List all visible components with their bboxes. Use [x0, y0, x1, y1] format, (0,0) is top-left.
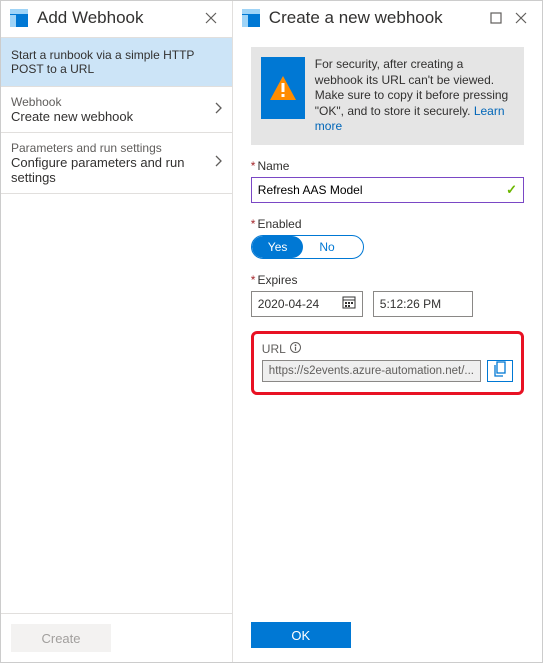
copy-button[interactable] [487, 360, 513, 382]
enabled-label: Enabled [257, 217, 301, 231]
toggle-yes[interactable]: Yes [252, 236, 304, 258]
close-icon[interactable] [200, 7, 222, 29]
security-callout: For security, after creating a webhook i… [251, 47, 524, 145]
enabled-toggle[interactable]: Yes No [251, 235, 364, 259]
expires-label: Expires [257, 273, 297, 287]
description-banner: Start a runbook via a simple HTTP POST t… [1, 37, 232, 87]
left-panel: Add Webhook Start a runbook via a simple… [1, 1, 233, 662]
right-header: Create a new webhook [233, 1, 542, 37]
warning-icon [261, 57, 305, 119]
panel-icon [241, 8, 261, 28]
right-footer: OK [233, 612, 542, 662]
toggle-no[interactable]: No [303, 236, 362, 258]
expires-date-input[interactable]: 2020-04-24 [251, 291, 363, 317]
row-value: Configure parameters and run settings [11, 155, 214, 185]
name-input[interactable] [258, 183, 506, 197]
url-input[interactable]: https://s2events.azure-automation.net/..… [262, 360, 481, 382]
name-input-wrap[interactable]: ✓ [251, 177, 524, 203]
chevron-right-icon [214, 101, 222, 119]
panel-icon [9, 8, 29, 28]
close-icon[interactable] [510, 7, 532, 29]
row-label: Parameters and run settings [11, 141, 214, 155]
row-webhook[interactable]: Webhook Create new webhook [1, 87, 232, 133]
chevron-right-icon [214, 154, 222, 172]
url-label: URL [262, 342, 286, 356]
callout-text: For security, after creating a webhook i… [315, 57, 514, 135]
left-footer: Create [1, 613, 232, 662]
left-header: Add Webhook [1, 1, 232, 37]
row-value: Create new webhook [11, 109, 133, 124]
maximize-icon[interactable] [490, 12, 502, 24]
name-label: Name [257, 159, 289, 173]
right-title: Create a new webhook [269, 8, 482, 28]
checkmark-icon: ✓ [506, 182, 517, 198]
expires-time-input[interactable]: 5:12:26 PM [373, 291, 473, 317]
ok-button[interactable]: OK [251, 622, 351, 648]
right-panel: Create a new webhook For security, after… [233, 1, 542, 662]
info-icon[interactable] [290, 342, 301, 356]
row-label: Webhook [11, 95, 133, 109]
copy-icon [493, 361, 507, 380]
calendar-icon [342, 295, 356, 312]
left-title: Add Webhook [37, 8, 192, 28]
row-parameters[interactable]: Parameters and run settings Configure pa… [1, 133, 232, 194]
create-button[interactable]: Create [11, 624, 111, 652]
url-highlight-box: URL https://s2events.azure-automation.ne… [251, 331, 524, 395]
